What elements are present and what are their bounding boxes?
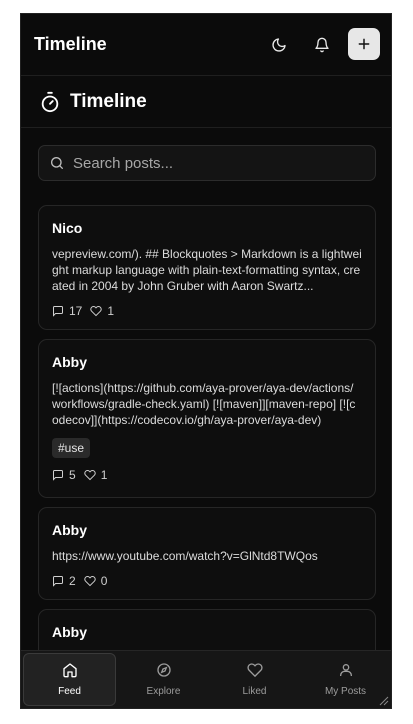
page-title: Timeline	[70, 91, 147, 112]
top-app-bar: Timeline	[21, 14, 391, 76]
nav-label: Liked	[242, 686, 267, 697]
page-header: Timeline	[21, 76, 391, 128]
post-body: vepreview.com/). ## Blockquotes > Markdo…	[52, 247, 362, 293]
bell-icon	[315, 37, 329, 53]
nav-label: Feed	[58, 686, 81, 697]
comment-count: 2	[69, 574, 76, 588]
like-count: 1	[107, 304, 115, 318]
stopwatch-icon	[41, 91, 59, 113]
post-author[interactable]: Abby	[52, 624, 362, 640]
post-author[interactable]: Abby	[52, 522, 362, 538]
heart-icon[interactable]	[90, 305, 103, 317]
comment-count: 17	[69, 304, 83, 318]
post-meta: 2 0	[52, 574, 362, 588]
plus-icon	[358, 38, 370, 50]
post-body: https://www.youtube.com/watch?v=GlNtd8TW…	[52, 549, 318, 563]
like-count: 0	[100, 574, 108, 588]
heart-icon[interactable]	[84, 575, 96, 587]
post-card[interactable]: Abby https://www.youtube.com/watch?v=GlN…	[38, 507, 376, 600]
heart-icon	[246, 663, 263, 678]
post-body: [![actions](https://github.com/aya-prove…	[52, 381, 356, 427]
nav-item-liked[interactable]: Liked	[209, 651, 300, 708]
moon-icon	[272, 38, 286, 52]
user-icon	[339, 664, 352, 676]
comment-icon[interactable]	[52, 469, 64, 481]
post-meta: 17 1	[52, 304, 362, 318]
comment-count: 5	[69, 468, 76, 482]
theme-toggle-button[interactable]	[264, 30, 294, 60]
post-tags: #use	[52, 438, 362, 458]
nav-item-feed[interactable]: Feed	[23, 653, 116, 706]
comment-icon[interactable]	[52, 305, 64, 317]
like-count: 1	[100, 468, 108, 482]
nav-item-explore[interactable]: Explore	[118, 651, 209, 708]
app-brand[interactable]: Timeline	[34, 34, 107, 55]
post-meta: 5 1	[52, 468, 362, 482]
heart-icon[interactable]	[84, 469, 96, 481]
nav-label: Explore	[146, 686, 181, 697]
notifications-button[interactable]	[307, 30, 337, 60]
app-window: Timeline Timeline Nico vepreview.com/). …	[20, 13, 392, 709]
post-author[interactable]: Abby	[52, 354, 362, 370]
resize-grip-icon[interactable]	[379, 696, 389, 706]
nav-item-my-posts[interactable]: My Posts	[300, 651, 391, 708]
comment-icon[interactable]	[52, 575, 64, 587]
search-icon	[51, 157, 63, 169]
nav-label: My Posts	[324, 686, 367, 697]
tag-badge[interactable]: #use	[52, 438, 91, 458]
new-post-button[interactable]	[348, 28, 380, 60]
search-bar[interactable]	[38, 145, 376, 181]
post-author[interactable]: Nico	[52, 220, 362, 236]
home-icon	[62, 663, 77, 678]
post-card[interactable]: Nico vepreview.com/). ## Blockquotes > M…	[38, 205, 376, 330]
post-card[interactable]: Abby [![actions](https://github.com/aya-…	[38, 339, 376, 498]
search-input[interactable]	[73, 154, 375, 172]
compass-icon	[156, 663, 171, 677]
bottom-navigation: Feed Explore Liked My Posts	[21, 650, 391, 708]
